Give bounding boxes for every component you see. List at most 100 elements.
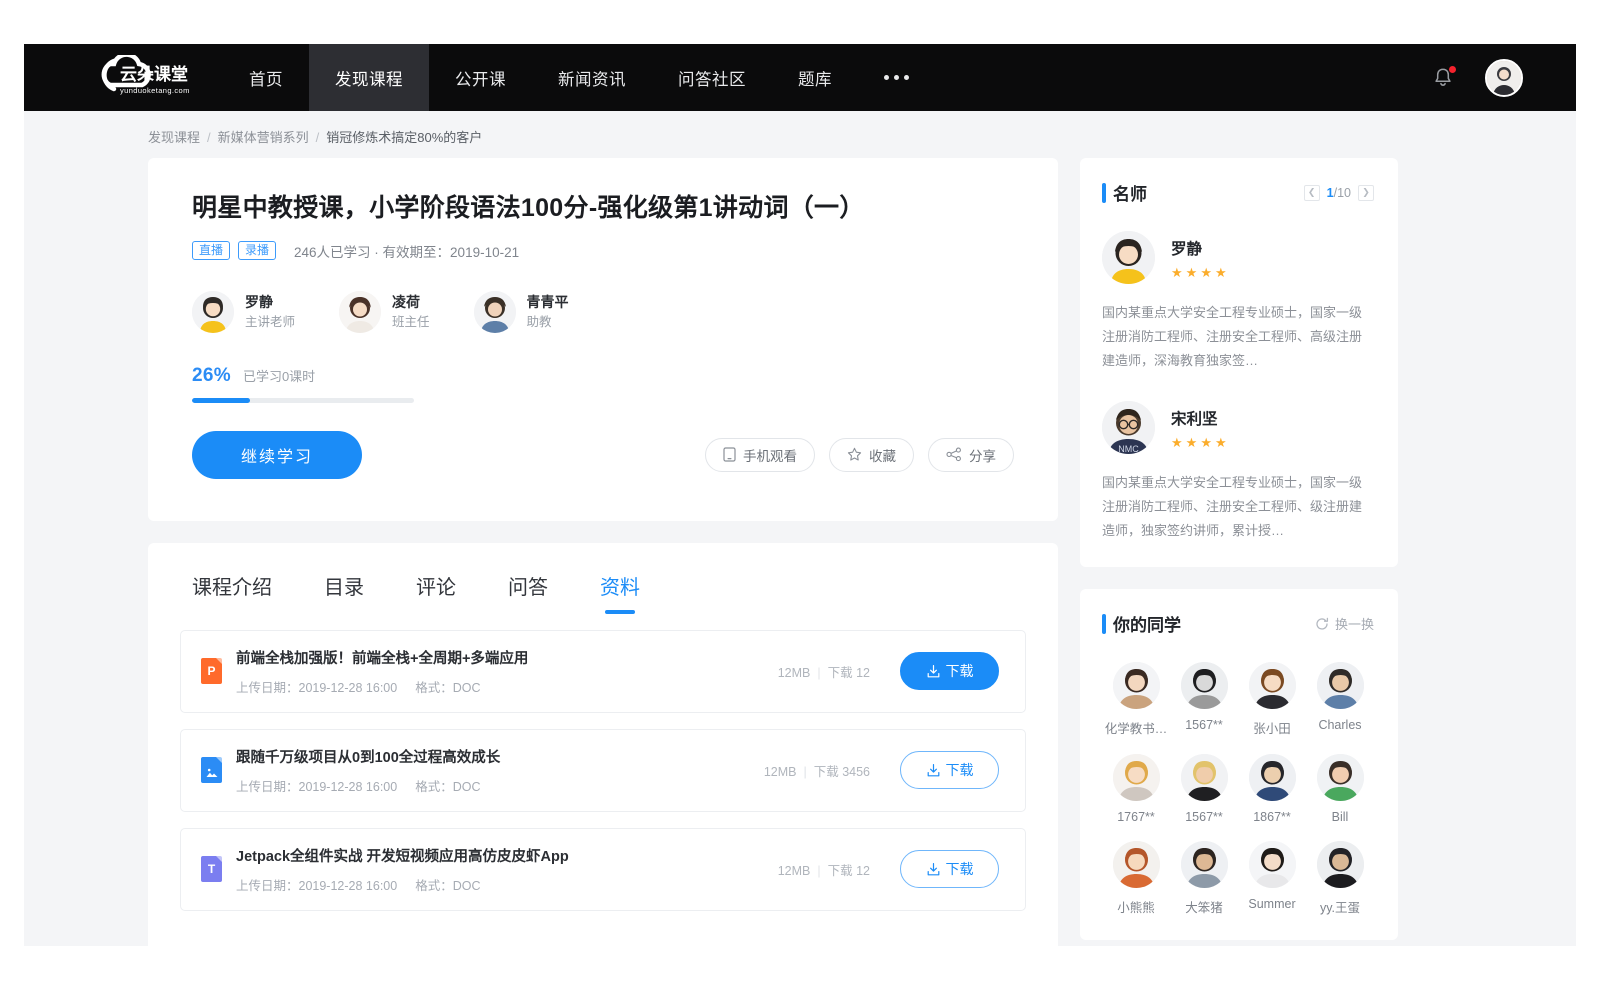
tab-catalog[interactable]: 目录 xyxy=(324,571,364,618)
classmate-avatar-image xyxy=(1317,841,1364,888)
masters-pager: ❮ 1/10 ❯ xyxy=(1304,185,1374,201)
classmate-item[interactable]: yy.王蛋 xyxy=(1306,841,1374,916)
master-card[interactable]: 罗静 ★ ★ ★ ★ 国内某重点大学安全工程专业硕士，国家一级注册消防工程师、注… xyxy=(1102,231,1374,373)
resource-upload-date: 上传日期：2019-12-28 16:00 xyxy=(236,879,397,893)
user-avatar[interactable] xyxy=(1485,59,1523,97)
avatar: NMC xyxy=(1102,401,1155,454)
continue-learning-button[interactable]: 继续学习 xyxy=(192,431,362,479)
progress-percent: 26% xyxy=(192,365,231,387)
classmate-avatar-image xyxy=(1113,662,1160,709)
nav-item-qa-community[interactable]: 问答社区 xyxy=(652,44,772,111)
resource-stats: 12MB|下载 12 xyxy=(778,662,870,681)
classmate-name: Bill xyxy=(1332,810,1349,824)
resource-subtitle: 上传日期：2019-12-28 16:00格式：DOC xyxy=(236,776,500,795)
classmate-avatar-image xyxy=(1181,662,1228,709)
classmate-item[interactable]: 大笨猪 xyxy=(1170,841,1238,916)
avatar xyxy=(1102,231,1155,284)
avatar xyxy=(1113,662,1160,709)
classmate-item[interactable]: 1567** xyxy=(1170,754,1238,824)
nav-item-question-bank[interactable]: 题库 xyxy=(772,44,858,111)
favorite-button[interactable]: 收藏 xyxy=(829,438,914,472)
classmate-avatar-image xyxy=(1181,754,1228,801)
master-card[interactable]: NMC 宋利坚 xyxy=(1102,401,1374,543)
teacher-item-assistant[interactable]: 青青平 助教 xyxy=(474,291,569,333)
classmate-avatar-image xyxy=(1317,662,1364,709)
resource-downloads: 下载 12 xyxy=(828,666,870,680)
tab-bar: 课程介绍 目录 评论 问答 资料 xyxy=(148,543,1058,618)
avatar xyxy=(1113,754,1160,801)
resource-title: Jetpack全组件实战 开发短视频应用高仿皮皮虾App xyxy=(236,845,569,866)
classmate-item[interactable]: 1767** xyxy=(1102,754,1170,824)
progress-bar xyxy=(192,398,414,403)
masters-page-indicator: 1/10 xyxy=(1327,186,1351,200)
nav-item-news[interactable]: 新闻资讯 xyxy=(532,44,652,111)
download-button[interactable]: 下载 xyxy=(900,751,999,789)
nav-item-discover-courses[interactable]: 发现课程 xyxy=(309,44,429,111)
breadcrumb-separator: / xyxy=(207,130,211,145)
classmate-name: Summer xyxy=(1248,897,1295,911)
classmate-item[interactable]: 1567** xyxy=(1170,662,1238,737)
download-icon xyxy=(926,664,941,679)
resource-row[interactable]: T Jetpack全组件实战 开发短视频应用高仿皮皮虾App 上传日期：2019… xyxy=(180,828,1026,911)
resource-row[interactable]: 跟随千万级项目从0到100全过程高效成长 上传日期：2019-12-28 16:… xyxy=(180,729,1026,812)
resource-subtitle: 上传日期：2019-12-28 16:00格式：DOC xyxy=(236,677,528,696)
classmate-name: 小熊熊 xyxy=(1117,897,1155,916)
classmate-item[interactable]: 1867** xyxy=(1238,754,1306,824)
classmate-name: 大笨猪 xyxy=(1185,897,1223,916)
classmate-item[interactable]: Charles xyxy=(1306,662,1374,737)
avatar xyxy=(1249,754,1296,801)
resource-downloads: 下载 12 xyxy=(828,864,870,878)
progress-label: 已学习0课时 xyxy=(243,366,315,385)
classmate-item[interactable]: Summer xyxy=(1238,841,1306,916)
nav-more-button[interactable] xyxy=(858,44,935,111)
tab-qa[interactable]: 问答 xyxy=(508,571,548,618)
avatar xyxy=(1113,841,1160,888)
download-button[interactable]: 下载 xyxy=(900,652,999,690)
breadcrumb-level-1[interactable]: 发现课程 xyxy=(148,130,200,145)
page-title: 明星中教授课，小学阶段语法100分-强化级第1讲动词（一） xyxy=(192,192,1014,225)
refresh-classmates-button[interactable]: 换一换 xyxy=(1315,614,1374,633)
classmates-panel: 你的同学 换一换 化学教书…1567**张小田Charles 1767** 1567… xyxy=(1080,589,1398,940)
refresh-label: 换一换 xyxy=(1335,614,1374,633)
resource-format: 格式：DOC xyxy=(415,681,480,695)
progress-block: 26% 已学习0课时 xyxy=(192,365,1014,403)
classmate-item[interactable]: 小熊熊 xyxy=(1102,841,1170,916)
star-icon: ★ xyxy=(1171,266,1183,279)
resource-row[interactable]: P 前端全栈加强版！前端全栈+全周期+多端应用 上传日期：2019-12-28 … xyxy=(180,630,1026,713)
classmate-item[interactable]: 化学教书… xyxy=(1102,662,1170,737)
teacher-role: 助教 xyxy=(527,313,569,331)
chevron-right-icon[interactable]: ❯ xyxy=(1358,185,1374,201)
avatar xyxy=(339,291,381,333)
notification-badge-dot xyxy=(1449,66,1456,73)
nav-item-open-class[interactable]: 公开课 xyxy=(429,44,532,111)
classmate-item[interactable]: 张小田 xyxy=(1238,662,1306,737)
tab-materials[interactable]: 资料 xyxy=(600,571,640,618)
download-button[interactable]: 下载 xyxy=(900,850,999,888)
course-meta-text: 246人已学习 · 有效期至：2019-10-21 xyxy=(294,241,519,261)
master-name: 宋利坚 xyxy=(1171,407,1227,429)
classmate-avatar-image xyxy=(1249,662,1296,709)
panel-title-classmates: 你的同学 xyxy=(1102,611,1181,636)
classmate-name: 1767** xyxy=(1117,810,1155,824)
teacher-item-headteacher[interactable]: 凌荷 班主任 xyxy=(339,291,430,333)
classmate-item[interactable]: Bill xyxy=(1306,754,1374,824)
classmate-avatar-image xyxy=(1317,754,1364,801)
tab-course-intro[interactable]: 课程介绍 xyxy=(192,571,272,618)
browser-viewport: 云朵课堂 yunduoketang.com 首页 发现课程 公开课 新闻资讯 问… xyxy=(24,44,1576,946)
hero-action-row: 继续学习 手机观看 xyxy=(192,431,1014,479)
site-logo[interactable]: 云朵课堂 yunduoketang.com xyxy=(24,44,223,111)
tab-comments[interactable]: 评论 xyxy=(416,571,456,618)
nav-item-home[interactable]: 首页 xyxy=(223,44,309,111)
watch-on-mobile-button[interactable]: 手机观看 xyxy=(705,438,815,472)
share-button[interactable]: 分享 xyxy=(928,438,1014,472)
notifications-button[interactable] xyxy=(1431,66,1455,90)
breadcrumb-level-2[interactable]: 新媒体营销系列 xyxy=(218,130,309,145)
teacher-item-lead[interactable]: 罗静 主讲老师 xyxy=(192,291,295,333)
avatar xyxy=(1181,754,1228,801)
avatar xyxy=(1181,662,1228,709)
yunduoketang-logo-icon: 云朵课堂 yunduoketang.com xyxy=(84,55,189,101)
breadcrumb-current: 销冠修炼术搞定80%的客户 xyxy=(326,130,482,145)
teacher-avatar-image xyxy=(339,291,381,333)
chevron-left-icon[interactable]: ❮ xyxy=(1304,185,1320,201)
file-icon-text: T xyxy=(201,856,222,882)
